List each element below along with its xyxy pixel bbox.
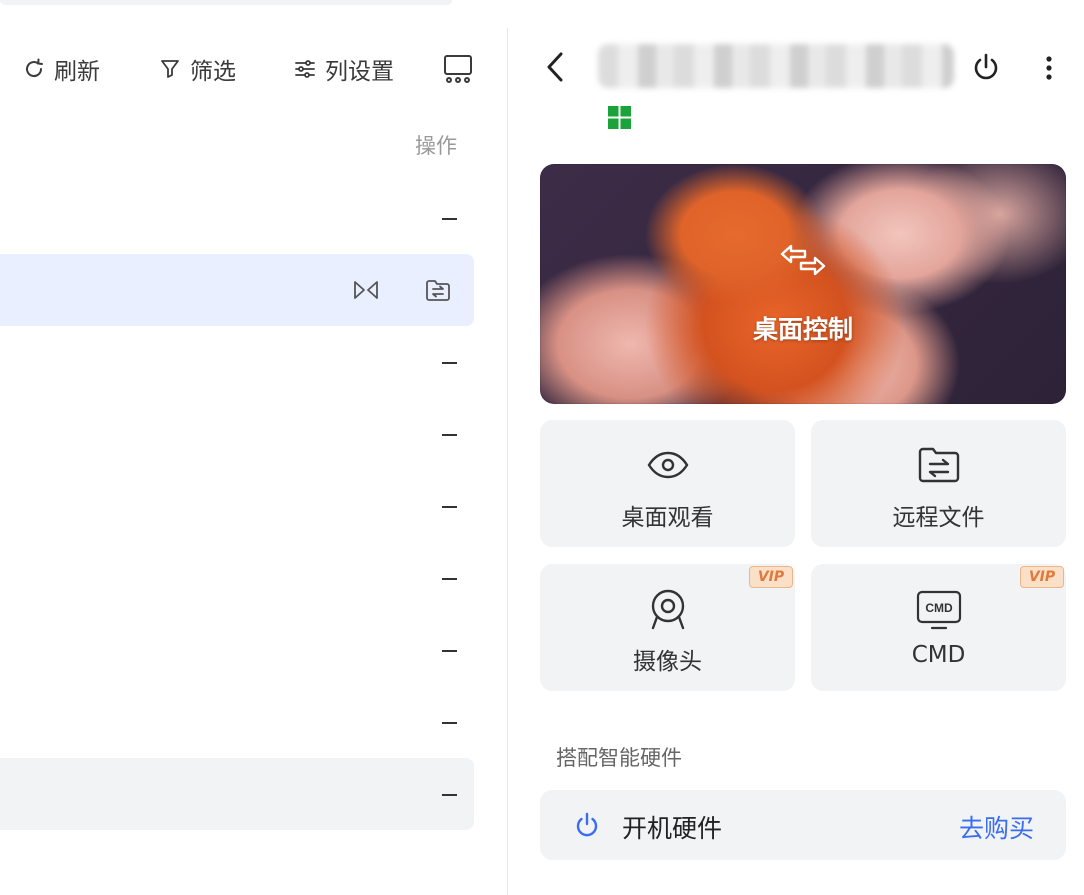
refresh-icon — [26, 58, 43, 78]
empty-value-dash — [442, 578, 457, 580]
refresh-label: 刷新 — [54, 59, 100, 85]
buy-link[interactable]: 去购买 — [959, 809, 1034, 845]
cmd-label: CMD — [911, 642, 966, 668]
empty-value-dash — [442, 506, 457, 508]
column-settings-button[interactable]: 列设置 — [293, 50, 394, 88]
camera-icon — [651, 589, 684, 630]
column-header-actions: 操作 — [415, 134, 457, 158]
smart-hardware-section-title: 搭配智能硬件 — [556, 746, 682, 770]
device-name-redacted — [598, 44, 954, 88]
remote-file-action[interactable] — [424, 276, 452, 304]
empty-value-dash — [442, 434, 457, 436]
list-toolbar: 刷新 筛选 列设置 — [0, 50, 508, 88]
table-row[interactable] — [0, 326, 474, 398]
table-row-hover[interactable] — [0, 758, 474, 830]
filter-label: 筛选 — [190, 59, 236, 85]
cmd-icon: CMD — [916, 590, 961, 630]
sliders-icon — [295, 60, 315, 78]
remote-files-label: 远程文件 — [892, 505, 985, 531]
table-row-selected[interactable] — [0, 254, 474, 326]
table-row[interactable] — [0, 182, 474, 254]
card-layout-icon — [444, 55, 472, 83]
empty-value-dash — [442, 650, 457, 652]
chevron-left-icon — [547, 52, 563, 82]
more-menu-button[interactable] — [1041, 52, 1057, 84]
empty-value-dash — [442, 722, 457, 724]
table-row[interactable] — [0, 614, 474, 686]
remote-files-tile[interactable]: 远程文件 — [811, 420, 1066, 547]
empty-value-dash — [442, 362, 457, 364]
device-table-body — [0, 182, 474, 830]
camera-label: 摄像头 — [633, 649, 702, 675]
desktop-watch-tile[interactable]: 桌面观看 — [540, 420, 795, 547]
table-row[interactable] — [0, 686, 474, 758]
desktop-watch-label: 桌面观看 — [621, 505, 714, 531]
table-row[interactable] — [0, 470, 474, 542]
remote-control-arrows-icon — [780, 244, 826, 276]
empty-value-dash — [442, 794, 457, 796]
device-detail-panel: 桌面控制 桌面观看 远程文件 VIP 摄像头 VIP CMD CMD 搭配智能硬… — [508, 0, 1084, 895]
device-list-pane: 刷新 筛选 列设置 操作 — [0, 0, 508, 895]
desktop-watch-action[interactable] — [352, 276, 380, 304]
eye-icon — [647, 451, 688, 479]
table-row[interactable] — [0, 542, 474, 614]
remote-file-icon — [426, 280, 450, 301]
desktop-control-label: 桌面控制 — [752, 315, 853, 344]
vip-badge: VIP — [1020, 566, 1064, 588]
column-settings-label: 列设置 — [325, 59, 394, 85]
refresh-button[interactable]: 刷新 — [22, 50, 100, 88]
power-hardware-card[interactable]: 开机硬件 去购买 — [540, 790, 1066, 860]
table-row[interactable] — [0, 398, 474, 470]
filter-icon — [161, 60, 179, 78]
desktop-control-card[interactable]: 桌面控制 — [540, 164, 1066, 404]
cmd-tile[interactable]: VIP CMD CMD — [811, 564, 1066, 691]
back-button[interactable] — [542, 50, 570, 84]
vip-badge: VIP — [749, 566, 793, 588]
empty-value-dash — [442, 218, 457, 220]
desktop-watch-icon — [354, 281, 378, 299]
camera-tile[interactable]: VIP 摄像头 — [540, 564, 795, 691]
folder-transfer-icon — [918, 447, 959, 483]
filter-button[interactable]: 筛选 — [158, 50, 236, 88]
layout-toggle-button[interactable] — [443, 50, 473, 88]
power-icon — [974, 53, 998, 80]
svg-text:CMD: CMD — [925, 601, 953, 615]
windows-os-icon — [608, 106, 631, 129]
power-hardware-icon — [576, 812, 598, 837]
more-vertical-icon — [1046, 56, 1052, 80]
power-button[interactable] — [971, 52, 1001, 84]
power-hardware-label: 开机硬件 — [622, 814, 723, 843]
